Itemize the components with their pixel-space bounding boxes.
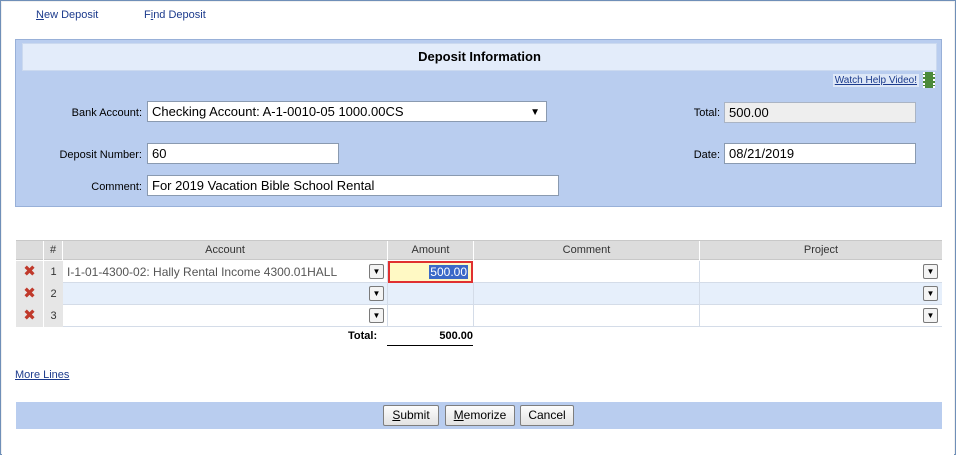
date-label: Date: bbox=[693, 149, 720, 161]
watch-help-video-link[interactable]: Watch Help Video! bbox=[832, 74, 919, 87]
film-icon[interactable] bbox=[923, 72, 935, 88]
account-cell[interactable]: ▼ bbox=[63, 305, 388, 327]
chevron-down-icon[interactable]: ▼ bbox=[369, 308, 384, 323]
cancel-button[interactable]: Cancel bbox=[520, 405, 574, 426]
chevron-down-icon[interactable]: ▼ bbox=[923, 308, 938, 323]
project-cell[interactable]: ▼ bbox=[700, 283, 942, 305]
comment-cell[interactable] bbox=[474, 261, 700, 283]
memorize-button[interactable]: Memorize bbox=[445, 405, 515, 426]
action-bar: Submit Memorize Cancel bbox=[16, 402, 942, 429]
chevron-down-icon: ▼ bbox=[530, 107, 540, 118]
bank-account-value: Checking Account: A-1-0010-05 1000.00CS bbox=[152, 104, 404, 119]
comment-label: Comment: bbox=[91, 181, 142, 193]
project-cell[interactable]: ▼ bbox=[700, 305, 942, 327]
grid-total-value: 500.00 bbox=[387, 330, 473, 346]
more-lines-link[interactable]: More Lines bbox=[15, 369, 69, 381]
panel-title: Deposit Information bbox=[22, 43, 937, 71]
comment-input[interactable]: For 2019 Vacation Bible School Rental bbox=[147, 175, 559, 196]
submit-button[interactable]: Submit bbox=[383, 405, 439, 426]
amount-value: 500.00 bbox=[429, 265, 468, 279]
comment-cell[interactable] bbox=[474, 283, 700, 305]
amount-cell[interactable] bbox=[388, 305, 474, 327]
chevron-down-icon[interactable]: ▼ bbox=[369, 264, 384, 279]
total-field: 500.00 bbox=[724, 102, 916, 123]
account-cell[interactable]: I-1-01-4300-02: Hally Rental Income 4300… bbox=[63, 261, 388, 283]
delete-x-icon[interactable]: ✖ bbox=[16, 305, 44, 327]
table-row: ✖ 1 I-1-01-4300-02: Hally Rental Income … bbox=[16, 261, 942, 283]
deposit-info-panel: Deposit Information Watch Help Video! Ba… bbox=[15, 39, 942, 207]
header-comment: Comment bbox=[474, 241, 700, 261]
chevron-down-icon[interactable]: ▼ bbox=[923, 286, 938, 301]
row-number: 2 bbox=[44, 283, 63, 305]
grid-total-label: Total: bbox=[348, 330, 378, 342]
row-number: 1 bbox=[44, 261, 63, 283]
bank-account-label: Bank Account: bbox=[71, 107, 142, 119]
bank-account-select[interactable]: Checking Account: A-1-0010-05 1000.00CS … bbox=[147, 101, 547, 122]
deposit-number-input[interactable]: 60 bbox=[147, 143, 339, 164]
new-deposit-link[interactable]: New Deposit bbox=[36, 9, 98, 21]
account-value: I-1-01-4300-02: Hally Rental Income 4300… bbox=[67, 265, 338, 279]
lines-grid-header: # Account Amount Comment Project bbox=[16, 240, 942, 261]
amount-cell[interactable] bbox=[388, 283, 474, 305]
chevron-down-icon[interactable]: ▼ bbox=[923, 264, 938, 279]
header-account: Account bbox=[63, 241, 388, 261]
window-frame: New Deposit Find Deposit Deposit Informa… bbox=[0, 0, 956, 455]
main-content: Deposit Information Watch Help Video! Ba… bbox=[2, 28, 954, 455]
comment-cell[interactable] bbox=[474, 305, 700, 327]
delete-x-icon[interactable]: ✖ bbox=[16, 261, 44, 283]
find-deposit-link[interactable]: Find Deposit bbox=[144, 9, 206, 21]
menu-bar: New Deposit Find Deposit bbox=[2, 2, 954, 28]
header-amount: Amount bbox=[388, 241, 474, 261]
account-cell[interactable]: ▼ bbox=[63, 283, 388, 305]
table-row: ✖ 3 ▼ ▼ bbox=[16, 305, 942, 327]
project-cell[interactable]: ▼ bbox=[700, 261, 942, 283]
header-project: Project bbox=[803, 244, 839, 256]
row-number: 3 bbox=[44, 305, 63, 327]
header-number: # bbox=[44, 241, 63, 261]
date-input[interactable]: 08/21/2019 bbox=[724, 143, 916, 164]
table-row: ✖ 2 ▼ ▼ bbox=[16, 283, 942, 305]
chevron-down-icon[interactable]: ▼ bbox=[369, 286, 384, 301]
amount-input[interactable]: 500.00 bbox=[388, 261, 473, 283]
delete-x-icon[interactable]: ✖ bbox=[16, 283, 44, 305]
total-label: Total: bbox=[693, 107, 720, 119]
header-delete-col bbox=[16, 241, 44, 261]
deposit-number-label: Deposit Number: bbox=[59, 149, 142, 161]
